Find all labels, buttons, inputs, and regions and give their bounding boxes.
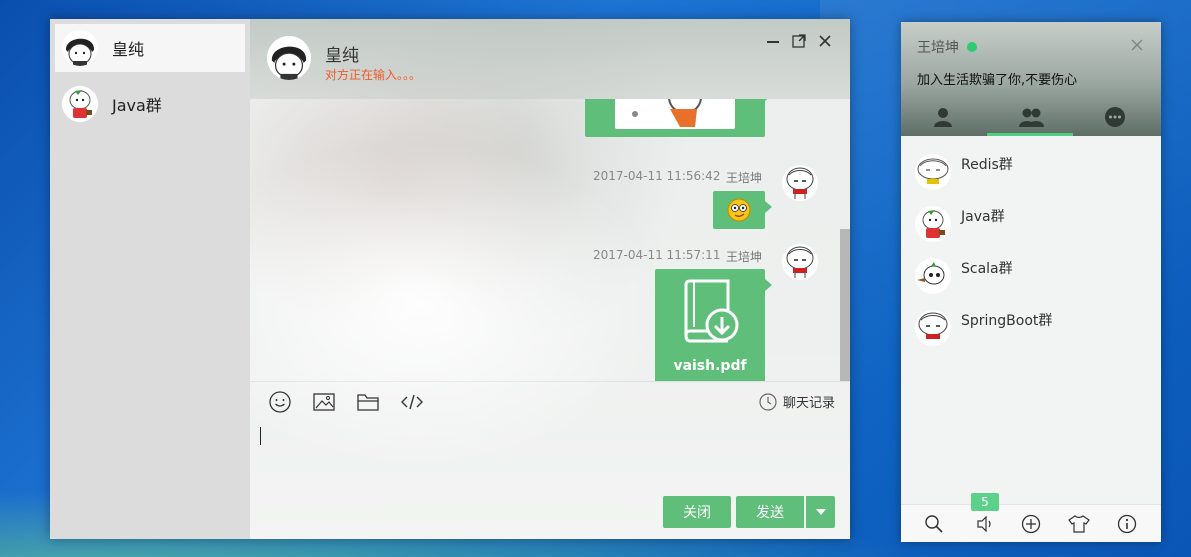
chevron-down-icon [815,509,826,515]
message-timestamp: 2017-04-11 11:56:42 [593,169,721,183]
message-sender: 王培坤 [726,171,763,185]
close-button[interactable]: 关闭 [663,496,731,528]
list-item[interactable]: SpringBoot群 [901,302,1161,354]
image-icon[interactable] [312,390,336,414]
typing-status: 对方正在输入。。。 [325,68,422,82]
emoji-message[interactable] [713,191,772,229]
add-icon[interactable] [1021,514,1041,534]
conversation-name: Java群 [112,96,162,115]
info-icon[interactable] [1117,514,1137,534]
code-icon[interactable] [400,390,424,414]
notification-badge: 5 [971,493,999,511]
avatar [915,206,951,242]
send-button[interactable]: 发送 [736,496,804,528]
avatar [915,310,951,346]
avatar [915,258,951,294]
online-status-icon [967,42,977,52]
list-item[interactable]: Java群 [901,198,1161,250]
group-name: SpringBoot群 [961,313,1053,329]
user-name-row: 王培坤 [917,37,977,57]
chat-history-button[interactable]: 聊天记录 [759,392,835,411]
group-name: Java群 [961,209,1005,225]
chat-window: 皇纯 Java群 皇纯 对方正在输入。。。 2017-04-11 11:56:4… [50,19,850,539]
contact-panel: 王培坤 加入生活欺骗了你,不要伤心 Redis群 Java群 Scala群 Sp… [901,22,1161,542]
tab-chats[interactable] [1073,98,1159,136]
contacts-icon [934,108,952,127]
close-icon[interactable] [1130,37,1144,51]
history-label: 聊天记录 [782,396,835,411]
conversation-list: 皇纯 Java群 [50,19,250,539]
sender-avatar[interactable] [782,165,818,201]
avatar [62,86,98,122]
avatar [915,154,951,190]
speaker-icon[interactable] [975,514,995,534]
folder-icon[interactable] [356,390,380,414]
skin-icon[interactable] [1068,514,1090,534]
list-item[interactable]: Scala群 [901,250,1161,302]
message-timestamp: 2017-04-11 11:57:11 [593,248,721,262]
panel-footer [901,504,1161,542]
avatar [62,30,98,66]
minimize-icon[interactable] [765,33,781,49]
message-scrollbar[interactable] [840,229,850,381]
chat-toolbar: 聊天记录 [250,381,850,420]
message-area: 2017-04-11 11:56:42 王培坤 2017-04-11 11:57… [250,99,850,381]
panel-header: 王培坤 加入生活欺骗了你,不要伤心 [901,22,1161,136]
file-name: vaish.pdf [673,358,747,374]
chat-main: 皇纯 对方正在输入。。。 2017-04-11 11:56:42 王培坤 201… [250,19,850,539]
conversation-item-java-group[interactable]: Java群 [55,80,245,128]
chat-header: 皇纯 对方正在输入。。。 [250,19,850,99]
image-message[interactable] [585,99,772,137]
contact-avatar[interactable] [267,36,311,80]
message-sender: 王培坤 [726,250,763,264]
clock-icon [759,392,777,411]
message-input[interactable] [250,419,850,489]
tab-groups[interactable] [987,98,1073,136]
user-signature: 加入生活欺骗了你,不要伤心 [917,73,1078,88]
maximize-icon[interactable] [791,33,807,49]
send-options-dropdown[interactable] [806,496,835,528]
emoji-icon [727,198,751,222]
close-icon[interactable] [817,33,833,49]
group-name: Redis群 [961,157,1013,173]
chat-icon [1105,107,1125,127]
sender-avatar[interactable] [782,244,818,280]
group-name: Scala群 [961,261,1013,277]
list-item[interactable]: Redis群 [901,146,1161,198]
file-message[interactable]: vaish.pdf [655,269,772,381]
file-download-icon [684,279,739,343]
groups-icon [1019,108,1044,127]
conversation-item-huangchun[interactable]: 皇纯 [55,24,245,72]
conversation-name: 皇纯 [112,40,145,59]
search-icon[interactable] [924,514,944,534]
smile-icon[interactable] [268,390,292,414]
user-name: 王培坤 [917,40,959,56]
chat-title: 皇纯 [325,46,359,66]
tab-contacts[interactable] [901,98,987,136]
text-caret [260,427,261,445]
